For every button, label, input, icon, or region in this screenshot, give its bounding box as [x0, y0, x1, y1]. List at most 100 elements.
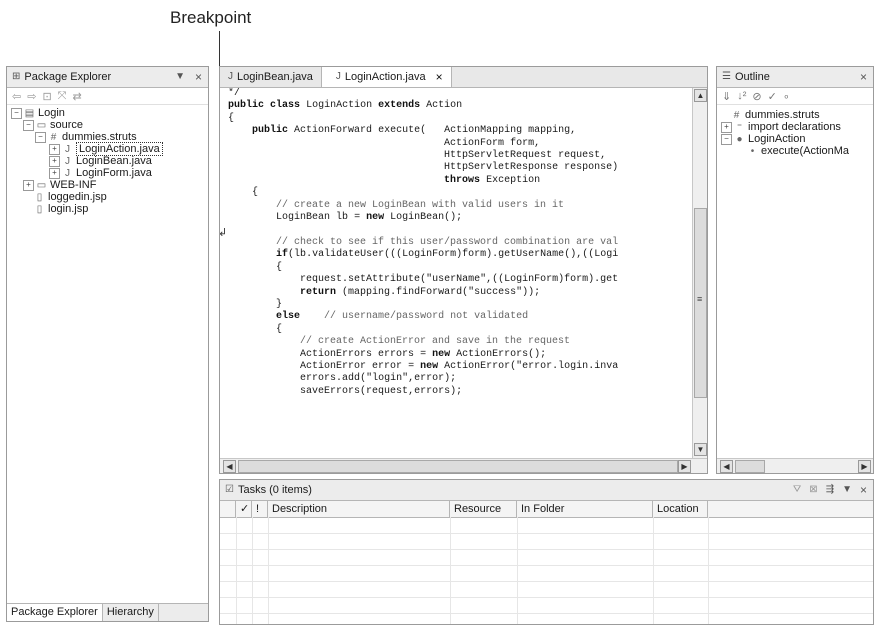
expand-toggle-icon[interactable]: +: [49, 155, 60, 167]
scroll-up-icon[interactable]: ▲: [694, 89, 707, 102]
package-explorer-panel: ⊞ Package Explorer ▼ × ⇦ ⇨ ⊡ ⤧ ⇄ − ▤ Login…: [6, 66, 209, 622]
forward-icon[interactable]: ⇨: [27, 90, 36, 103]
code-line: // create a new LoginBean with valid use…: [276, 199, 565, 211]
close-icon[interactable]: ×: [195, 71, 202, 83]
column-location[interactable]: Location: [653, 501, 708, 517]
tab-loginaction-java[interactable]: J LoginAction.java ×: [321, 67, 452, 87]
java-file-icon: J: [335, 71, 341, 82]
outline-icon: ☰: [722, 71, 731, 82]
tasks-table-header: ✓ ! Description Resource In Folder Locat…: [220, 501, 873, 518]
tree-item-loginform-java[interactable]: + J LoginForm.java: [49, 167, 152, 179]
package-explorer-bottom-tabs: Package Explorer Hierarchy: [7, 603, 208, 621]
expand-toggle-icon[interactable]: +: [721, 121, 732, 133]
code-line: HttpServletRequest request,: [444, 150, 607, 162]
method-icon: •: [750, 145, 755, 157]
tree-item-login-jsp[interactable]: ▯ login.jsp: [34, 203, 89, 215]
link-editor-icon[interactable]: ⇄: [72, 90, 81, 103]
up-icon[interactable]: ⊡: [42, 90, 51, 103]
column-done[interactable]: ✓: [236, 501, 252, 517]
outline-item-class[interactable]: − ● LoginAction: [721, 133, 806, 145]
tree-item-loggedin-jsp[interactable]: ▯ loggedin.jsp: [34, 191, 107, 203]
code-line: public ActionForward execute( ActionMapp…: [252, 125, 577, 137]
code-line: throws Exception: [444, 174, 541, 186]
collapse-toggle-icon[interactable]: −: [721, 133, 732, 145]
hide-fields-icon[interactable]: ⊘: [752, 90, 761, 103]
view-menu-icon[interactable]: ▼: [175, 71, 185, 83]
editor-tabs: J LoginBean.java J LoginAction.java ×: [220, 67, 707, 88]
code-line: LoginBean lb = new LoginBean();: [276, 212, 463, 224]
filter-icon[interactable]: ⇓: [722, 90, 731, 103]
breakpoint-marker-icon[interactable]: ↲: [220, 226, 227, 239]
outline-toolbar: ⇓ ↓² ⊘ ✓ ∘: [717, 88, 873, 105]
close-tab-icon[interactable]: ×: [436, 71, 443, 83]
tasks-table: ✓ ! Description Resource In Folder Locat…: [220, 501, 873, 624]
tab-hierarchy[interactable]: Hierarchy: [103, 604, 159, 621]
code-line: {: [228, 323, 283, 335]
code-area[interactable]: ↲ */public class LoginAction extends Act…: [220, 88, 692, 458]
column-priority[interactable]: !: [252, 501, 268, 517]
outline-item-imports[interactable]: + ⁼ import declarations: [721, 121, 841, 133]
expand-toggle-icon[interactable]: +: [49, 167, 60, 179]
package-tree: − ▤ Login − ▭ source − # dummies.struts + J Logi…: [7, 105, 208, 225]
column-in-folder[interactable]: In Folder: [517, 501, 653, 517]
package-explorer-icon: ⊞: [12, 71, 21, 82]
tab-package-explorer[interactable]: Package Explorer: [7, 604, 103, 621]
close-icon[interactable]: ×: [860, 71, 867, 83]
view-menu-icon[interactable]: ▼: [842, 484, 852, 496]
close-icon[interactable]: ×: [860, 484, 867, 496]
tree-item-loginbean-java[interactable]: + J LoginBean.java: [49, 155, 152, 167]
column-spacer: [220, 501, 236, 517]
file-icon: ▯: [36, 191, 43, 203]
editor-horizontal-scrollbar[interactable]: ◀ ▶: [220, 458, 707, 473]
tree-item-login[interactable]: − ▤ Login: [11, 107, 65, 119]
tab-loginbean-java[interactable]: J LoginBean.java: [220, 67, 322, 87]
outline-horizontal-scrollbar[interactable]: ◀ ▶: [717, 458, 873, 473]
filter-tasks-icon[interactable]: ⛛: [793, 484, 801, 496]
column-resource[interactable]: Resource: [450, 501, 517, 517]
add-task-icon[interactable]: ⇶: [826, 484, 834, 496]
sort-icon[interactable]: ↓²: [737, 90, 746, 102]
hide-static-icon[interactable]: ✓: [768, 90, 777, 103]
collapse-toggle-icon[interactable]: −: [11, 107, 22, 119]
class-icon: ●: [736, 133, 743, 145]
column-description[interactable]: Description: [268, 501, 450, 517]
editor-vertical-scrollbar[interactable]: ▲ ≡ ▼: [692, 88, 707, 458]
code-text: */public class LoginAction extends Actio…: [228, 88, 618, 398]
code-line: ActionForm form,: [444, 137, 541, 149]
scroll-left-icon[interactable]: ◀: [720, 460, 733, 473]
back-icon[interactable]: ⇦: [12, 90, 21, 103]
outline-item-package[interactable]: # dummies.struts: [731, 109, 820, 121]
outline-item-method[interactable]: • execute(ActionMa: [747, 145, 849, 157]
outline-title: Outline: [734, 71, 770, 83]
delete-task-icon[interactable]: ⊠: [809, 484, 817, 496]
tasks-panel: ☑ Tasks (0 items) ⛛ ⊠ ⇶ ▼ × ✓ ! Descript…: [219, 479, 874, 625]
tree-item-loginaction-java[interactable]: + J LoginAction.java: [49, 142, 163, 156]
hide-nonpublic-icon[interactable]: ∘: [783, 90, 790, 103]
code-line: return (mapping.findForward("success"));: [300, 286, 541, 298]
tree-item-source[interactable]: − ▭ source: [23, 119, 83, 131]
breakpoint-callout-label: Breakpoint: [170, 8, 252, 27]
code-line: // check to see if this user/password co…: [276, 236, 619, 248]
package-icon: #: [733, 109, 740, 121]
tasks-header: ☑ Tasks (0 items) ⛛ ⊠ ⇶ ▼ ×: [220, 480, 873, 501]
tasks-title: Tasks (0 items): [237, 484, 312, 496]
expand-toggle-icon[interactable]: +: [23, 179, 34, 191]
scroll-thumb-horizontal[interactable]: [238, 460, 678, 473]
scroll-left-icon[interactable]: ◀: [223, 460, 236, 473]
scroll-right-icon[interactable]: ▶: [858, 460, 871, 473]
imports-icon: ⁼: [736, 121, 743, 133]
tree-item-web-inf[interactable]: + ▭ WEB-INF: [23, 179, 96, 191]
scroll-right-icon[interactable]: ▶: [678, 460, 691, 473]
collapse-toggle-icon[interactable]: −: [35, 131, 46, 143]
code-line: if(lb.validateUser(((LoginForm)form).get…: [276, 249, 619, 261]
scroll-thumb-horizontal[interactable]: [735, 460, 765, 473]
collapse-toggle-icon[interactable]: −: [23, 119, 34, 131]
folder-icon: ▭: [36, 119, 47, 131]
code-line: // create ActionError and save in the re…: [300, 336, 571, 348]
code-line: public class LoginAction extends Action: [228, 100, 463, 112]
expand-toggle-icon[interactable]: +: [49, 143, 60, 155]
scroll-down-icon[interactable]: ▼: [694, 443, 707, 456]
collapse-all-icon[interactable]: ⤧: [58, 90, 67, 103]
code-line: errors.add("login",error);: [300, 373, 457, 385]
